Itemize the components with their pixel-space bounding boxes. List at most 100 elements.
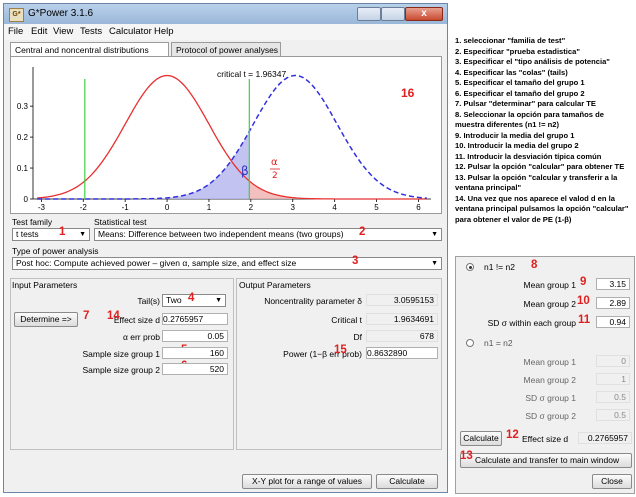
x-tick-label: -3: [38, 203, 46, 212]
minimize-button[interactable]: [357, 7, 381, 21]
output-parameters-title: Output Parameters: [239, 280, 311, 290]
instruction-1: 1. seleccionar "familia de test": [455, 36, 566, 45]
statistical-test-value: Means: Difference between two independen…: [98, 229, 344, 239]
menu-tests[interactable]: Tests: [80, 26, 102, 37]
test-family-select[interactable]: t tests ▼: [12, 228, 90, 241]
chevron-down-icon: ▼: [431, 260, 438, 267]
menu-file[interactable]: File: [8, 26, 23, 37]
tails-label: Tail(s): [137, 296, 160, 306]
statistical-test-label: Statistical test: [94, 217, 147, 227]
chevron-down-icon: ▼: [79, 231, 86, 238]
distribution-chart: 0.3 0.2 0.1 0 -3 -2 -1 0 1 2 3 4 5 6 critical t = 1.…: [17, 67, 431, 212]
statistical-test-select[interactable]: Means: Difference between two independen…: [94, 228, 442, 241]
mean-group-1-label: Mean group 1: [523, 280, 576, 290]
step-marker-13: 13: [460, 450, 473, 462]
sd-within-input[interactable]: 0.94: [596, 316, 630, 328]
step-marker-11: 11: [578, 314, 591, 326]
sample-size-1-input[interactable]: 160: [162, 347, 228, 359]
x-tick-label: 1: [207, 203, 212, 212]
mean-group-2-input[interactable]: 2.89: [596, 297, 630, 309]
power-analysis-value: Post hoc: Compute achieved power – given…: [16, 258, 297, 268]
sd1-label: SD σ group 1: [525, 393, 576, 403]
effect-calculate-button[interactable]: Calculate: [460, 431, 502, 446]
y-tick-label: 0.3: [17, 102, 29, 111]
instructions-list: 1. seleccionar "familia de test" 2. Espe…: [455, 36, 635, 225]
x-tick-label: 6: [416, 203, 421, 212]
sd1-input[interactable]: 0.5: [596, 391, 630, 403]
alpha-err-label: α err prob: [122, 332, 160, 342]
beta-label: β: [241, 164, 249, 178]
x-tick-label: 4: [332, 203, 337, 212]
alpha-label: α: [271, 157, 278, 168]
alpha-denominator: 2: [272, 171, 278, 181]
mean-group-2-label: Mean group 2: [523, 299, 576, 309]
instruction-3: 3. Especificar el "tipo análisis de pote…: [455, 57, 610, 66]
beta-area: [37, 132, 250, 199]
alpha-err-input[interactable]: 0.05: [162, 330, 228, 342]
menu-bar: File Edit View Tests Calculator Help: [4, 24, 447, 40]
menu-calculator[interactable]: Calculator: [109, 26, 152, 37]
menu-view[interactable]: View: [53, 26, 73, 37]
power-analysis-select[interactable]: Post hoc: Compute achieved power – given…: [12, 257, 442, 270]
close-window-button[interactable]: x: [405, 7, 443, 21]
window-title: G*Power 3.1.6: [28, 8, 94, 19]
title-bar: G* G*Power 3.1.6 x: [4, 4, 447, 24]
m2-input[interactable]: 1: [596, 373, 630, 385]
noncentrality-value: 3.0595153: [366, 294, 438, 306]
tab-distributions[interactable]: Central and noncentral distributions: [10, 42, 169, 57]
test-family-label: Test family: [12, 217, 53, 227]
step-marker-12: 12: [506, 429, 519, 441]
radio-n1-not-equal-n2[interactable]: [466, 263, 474, 271]
step-marker-15: 15: [334, 344, 347, 356]
maximize-button[interactable]: [381, 7, 405, 21]
y-tick-label: 0.1: [17, 164, 29, 173]
step-marker-14: 14: [107, 310, 120, 322]
gpower-window: G* G*Power 3.1.6 x File Edit View Tests …: [3, 3, 448, 493]
m2-label: Mean group 2: [523, 375, 576, 385]
power-analysis-label: Type of power analysis: [12, 246, 99, 256]
step-marker-16: 16: [401, 86, 415, 100]
determine-button[interactable]: Determine =>: [14, 312, 78, 327]
input-parameters-title: Input Parameters: [12, 280, 78, 290]
step-marker-4: 4: [188, 292, 195, 304]
m1-input[interactable]: 0: [596, 355, 630, 367]
x-tick-label: -1: [122, 203, 130, 212]
step-marker-8: 8: [531, 259, 538, 271]
critical-t-out-label: Critical t: [331, 315, 362, 325]
x-tick-label: 5: [374, 203, 379, 212]
chevron-down-icon: ▼: [215, 297, 222, 304]
sample-size-1-label: Sample size group 1: [82, 349, 161, 359]
effect-size-panel: n1 != n2 8 Mean group 1 9 3.15 Mean grou…: [455, 256, 635, 494]
x-tick-label: 2: [249, 203, 254, 212]
sd2-label: SD σ group 2: [525, 411, 576, 421]
step-marker-3: 3: [352, 255, 359, 267]
mean-group-1-input[interactable]: 3.15: [596, 278, 630, 290]
effect-size-input[interactable]: 0.2765957: [162, 313, 228, 325]
option-n1-not-equal-n2-label: n1 != n2: [484, 262, 515, 272]
xy-plot-button[interactable]: X-Y plot for a range of values: [242, 474, 372, 489]
m1-label: Mean group 1: [523, 357, 576, 367]
alpha-area: [249, 181, 427, 199]
radio-n1-equal-n2[interactable]: [466, 339, 474, 347]
tab-protocol[interactable]: Protocol of power analyses: [171, 42, 281, 56]
effect-size-label: Effect size d: [113, 315, 160, 325]
sample-size-2-input[interactable]: 520: [162, 363, 228, 375]
instruction-4: 4. Especificar las "colas" (tails): [455, 67, 568, 77]
noncentrality-label: Noncentrality parameter δ: [264, 296, 362, 306]
effect-size-d-label: Effect size d: [522, 434, 569, 444]
menu-edit[interactable]: Edit: [31, 26, 47, 37]
tails-value: Two: [166, 295, 182, 305]
step-marker-7: 7: [83, 310, 90, 322]
step-marker-9: 9: [580, 276, 587, 288]
test-family-value: t tests: [16, 229, 39, 239]
effect-size-d-value: 0.2765957: [578, 432, 632, 444]
instruction-2: 2. Especificar "prueba estadistica": [455, 46, 580, 56]
calculate-button[interactable]: Calculate: [376, 474, 438, 489]
sd2-input[interactable]: 0.5: [596, 409, 630, 421]
calculate-transfer-button[interactable]: Calculate and transfer to main window: [460, 453, 632, 468]
close-button[interactable]: Close: [592, 474, 632, 489]
menu-help[interactable]: Help: [154, 26, 174, 37]
x-tick-label: 0: [165, 203, 170, 212]
step-marker-10: 10: [577, 295, 590, 307]
instruction-9: 9. Introducir la media del grupo 1: [455, 130, 575, 140]
